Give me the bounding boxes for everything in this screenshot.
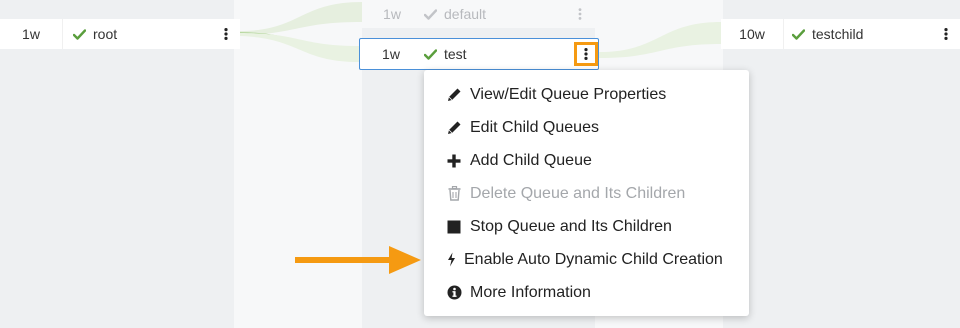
queue-name: root — [93, 26, 118, 42]
pencil-icon — [446, 87, 462, 103]
plus-icon — [446, 153, 462, 169]
queue-weight: 1w — [382, 46, 400, 62]
vertical-dots-icon[interactable] — [215, 23, 237, 45]
queue-weight: 10w — [739, 26, 765, 42]
queue-weight: 1w — [22, 26, 40, 42]
queue-name: default — [444, 6, 487, 22]
menu-item-label: Edit Child Queues — [470, 118, 599, 136]
menu-item-label: Add Child Queue — [470, 151, 592, 169]
pencil-icon — [446, 120, 462, 136]
menu-item-label: Enable Auto Dynamic Child Creation — [464, 250, 723, 268]
queue-name: test — [444, 46, 467, 62]
bolt-icon — [446, 252, 456, 268]
check-icon — [71, 27, 87, 41]
queue-card-default[interactable]: 1w default — [362, 0, 595, 28]
arrow-right-icon — [295, 246, 421, 274]
vertical-dots-icon[interactable] — [569, 3, 591, 25]
queue-card-root[interactable]: 1w root — [0, 19, 240, 49]
menu-item-label: View/Edit Queue Properties — [470, 85, 667, 103]
info-circle-icon — [446, 285, 462, 301]
check-icon — [422, 47, 438, 61]
menu-item-label: More Information — [470, 283, 591, 301]
queue-name: testchild — [812, 26, 864, 42]
menu-item-enable-auto-dynamic-child-creation[interactable]: Enable Auto Dynamic Child Creation — [424, 243, 749, 276]
queue-card-divider — [62, 19, 63, 49]
menu-item-view-edit-properties[interactable]: View/Edit Queue Properties — [424, 78, 749, 111]
queue-hierarchy-view: 1w root 1w default 1w test 10w testchild… — [0, 0, 960, 328]
check-icon — [790, 27, 806, 41]
queue-card-divider — [783, 19, 784, 49]
queue-card-testchild[interactable]: 10w testchild — [721, 19, 960, 49]
menu-item-edit-child-queues[interactable]: Edit Child Queues — [424, 111, 749, 144]
vertical-dots-icon[interactable] — [574, 42, 598, 66]
queue-weight: 1w — [383, 6, 401, 22]
menu-item-stop-queue[interactable]: Stop Queue and Its Children — [424, 210, 749, 243]
vertical-dots-icon[interactable] — [935, 23, 957, 45]
level-column-1 — [0, 0, 234, 328]
menu-item-delete-queue: Delete Queue and Its Children — [424, 177, 749, 210]
check-icon — [422, 7, 438, 21]
trash-icon — [446, 186, 462, 202]
menu-item-add-child-queue[interactable]: Add Child Queue — [424, 144, 749, 177]
menu-item-label: Delete Queue and Its Children — [470, 184, 686, 202]
link-gutter-1 — [234, 0, 362, 328]
queue-context-menu: View/Edit Queue Properties Edit Child Qu… — [424, 70, 749, 316]
stop-square-icon — [446, 219, 462, 235]
menu-item-more-information[interactable]: More Information — [424, 276, 749, 309]
level-column-3 — [723, 0, 960, 328]
queue-card-test[interactable]: 1w test — [359, 38, 599, 70]
menu-item-label: Stop Queue and Its Children — [470, 217, 672, 235]
